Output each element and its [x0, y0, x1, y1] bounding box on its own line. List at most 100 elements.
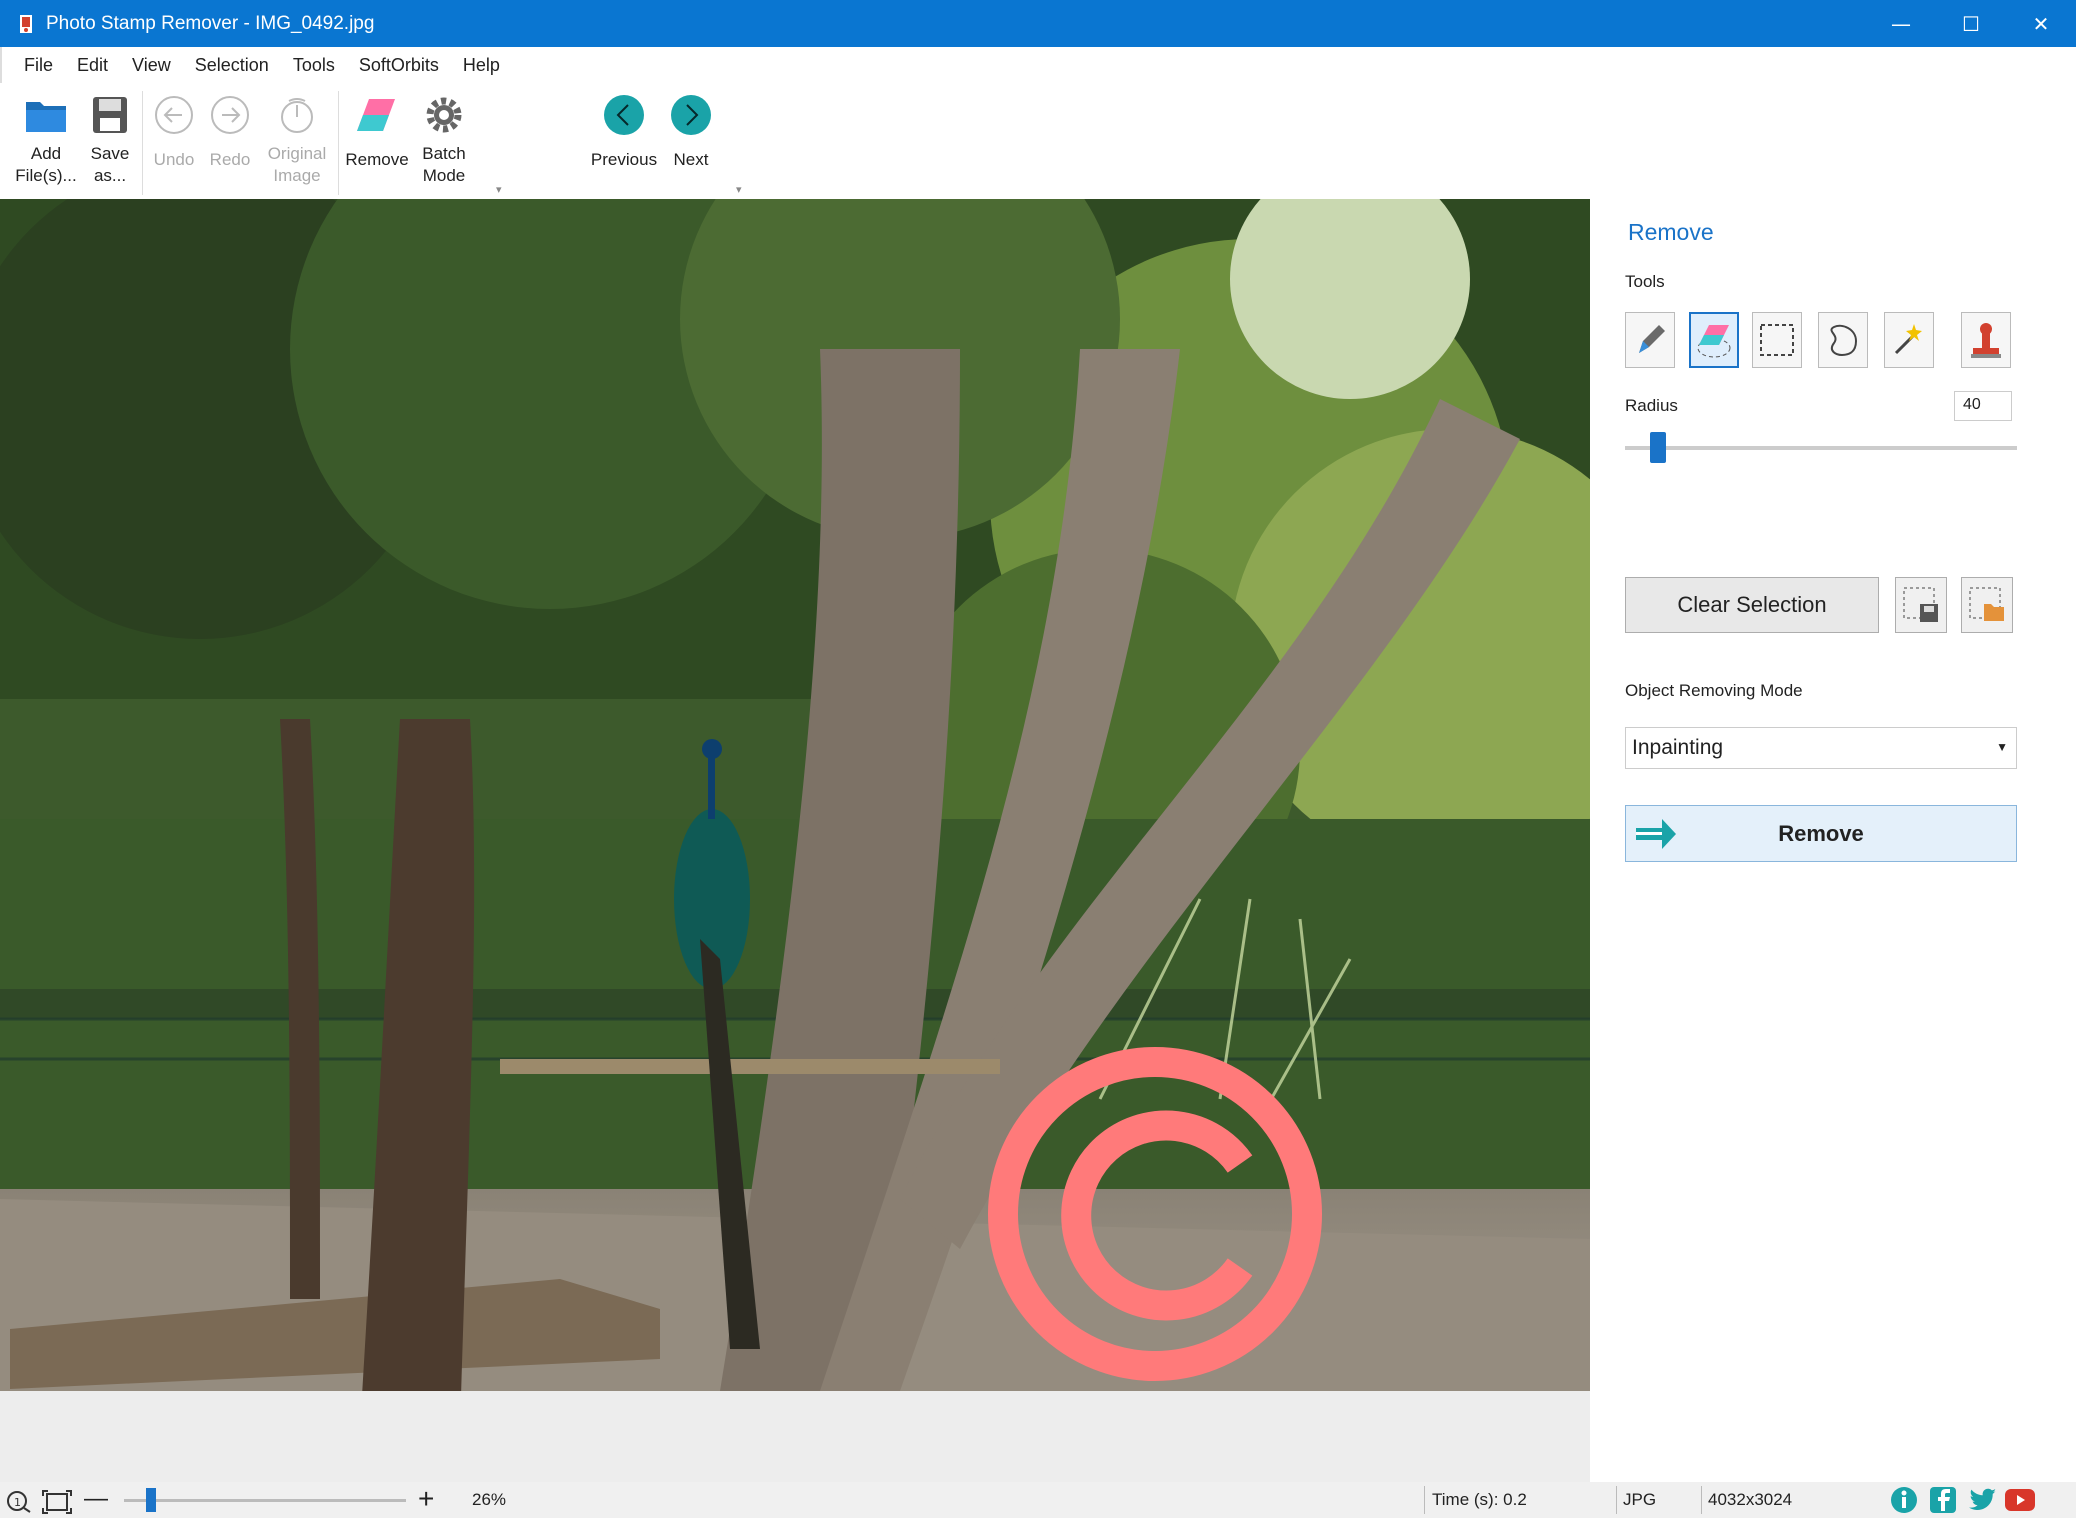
- status-separator: [1424, 1486, 1425, 1514]
- ribbon-group-expand-icon[interactable]: ▾: [496, 183, 502, 196]
- stamp-tool-button[interactable]: [1961, 312, 2011, 368]
- redo-button[interactable]: Redo: [204, 91, 256, 171]
- tools-label: Tools: [1625, 272, 1665, 291]
- batch-mode-button[interactable]: Batch Mode: [414, 91, 474, 187]
- save-selection-button[interactable]: [1895, 577, 1947, 633]
- rect-select-icon: [1760, 324, 1794, 356]
- clear-selection-button[interactable]: Clear Selection: [1625, 577, 1879, 633]
- add-files-label-1: Add: [30, 144, 62, 163]
- mode-select[interactable]: Inpainting ▼: [1625, 727, 2017, 769]
- menu-tools[interactable]: Tools: [293, 55, 335, 76]
- radius-slider-thumb[interactable]: [1650, 432, 1666, 463]
- menu-softorbits[interactable]: SoftOrbits: [359, 55, 439, 76]
- load-selection-button[interactable]: [1961, 577, 2013, 633]
- redo-icon: [206, 91, 254, 139]
- gear-icon: [420, 91, 468, 139]
- chevron-down-icon: ▼: [1996, 740, 2008, 754]
- save-as-label-2: as...: [93, 166, 127, 185]
- panel-title: Remove: [1628, 219, 1714, 245]
- original-image-button[interactable]: Original Image: [262, 91, 332, 187]
- load-selection-icon: [1969, 587, 2004, 621]
- original-image-label-1: Original: [267, 144, 327, 163]
- window-title: Photo Stamp Remover - IMG_0492.jpg: [46, 12, 375, 34]
- zoom-in-icon[interactable]: +: [418, 1483, 434, 1515]
- save-selection-icon: [1903, 587, 1938, 622]
- eraser-tool-button[interactable]: [1689, 312, 1739, 368]
- svg-text:1: 1: [14, 1496, 21, 1509]
- menu-edit[interactable]: Edit: [77, 55, 108, 76]
- magic-wand-tool-button[interactable]: [1884, 312, 1934, 368]
- image-dimensions: 4032x3024: [1708, 1490, 1793, 1509]
- photo-preview[interactable]: [0, 199, 1590, 1391]
- status-separator: [1616, 1486, 1617, 1514]
- title-bar: Photo Stamp Remover - IMG_0492.jpg — ☐ ✕: [0, 0, 2076, 47]
- menu-view[interactable]: View: [132, 55, 171, 76]
- zoom-slider-track[interactable]: [124, 1499, 406, 1502]
- arrow-right-icon: [1634, 817, 1678, 857]
- eraser-icon: [353, 91, 401, 139]
- zoom-slider-thumb[interactable]: [146, 1488, 156, 1512]
- previous-button[interactable]: Previous: [586, 91, 662, 171]
- batch-mode-label-1: Batch: [422, 144, 466, 163]
- undo-icon: [150, 91, 198, 139]
- zoom-out-icon[interactable]: —: [84, 1485, 108, 1513]
- pencil-icon: [1639, 325, 1665, 353]
- facebook-icon[interactable]: [1930, 1487, 1956, 1513]
- add-files-button[interactable]: Add File(s)...: [14, 91, 78, 187]
- ribbon-separator: [142, 91, 143, 195]
- ribbon-group-expand-icon[interactable]: ▾: [736, 183, 742, 196]
- add-files-label-2: File(s)...: [15, 166, 77, 185]
- save-as-button[interactable]: Save as...: [84, 91, 136, 187]
- magic-wand-icon: [1894, 324, 1922, 355]
- maximize-button[interactable]: ☐: [1936, 0, 2006, 47]
- lasso-icon: [1830, 324, 1858, 357]
- menu-bar: File Edit View Selection Tools SoftOrbit…: [0, 47, 2076, 83]
- close-button[interactable]: ✕: [2006, 0, 2076, 47]
- zoom-actual-icon[interactable]: 1: [6, 1490, 34, 1518]
- image-canvas[interactable]: [0, 199, 1590, 1482]
- remove-button-label: Remove: [1778, 820, 1864, 846]
- file-format: JPG: [1623, 1490, 1657, 1509]
- batch-mode-label-2: Mode: [422, 166, 466, 185]
- folder-icon: [22, 91, 70, 139]
- info-icon[interactable]: [1891, 1487, 1917, 1513]
- processing-time: Time (s): 0.2: [1432, 1490, 1527, 1509]
- original-image-icon: [273, 91, 321, 139]
- original-image-label-2: Image: [273, 166, 321, 185]
- remove-panel: Remove Tools Radius 40 Clear Selection O…: [1590, 199, 2076, 1482]
- ribbon-separator: [338, 91, 339, 195]
- fit-to-window-icon[interactable]: [42, 1490, 72, 1518]
- rect-select-tool-button[interactable]: [1752, 312, 1802, 368]
- youtube-icon[interactable]: [2005, 1489, 2035, 1511]
- arrow-right-icon: [667, 91, 715, 139]
- lasso-tool-button[interactable]: [1818, 312, 1868, 368]
- next-label: Next: [673, 150, 709, 169]
- remove-ribbon-button[interactable]: Remove: [342, 91, 412, 171]
- radius-label: Radius: [1625, 396, 1678, 415]
- app-icon: [18, 13, 36, 35]
- radius-slider-track[interactable]: [1625, 446, 2017, 450]
- ribbon-toolbar: Add File(s)... Save as... Undo Redo Orig…: [0, 83, 2076, 199]
- remove-ribbon-label: Remove: [345, 150, 409, 169]
- previous-label: Previous: [590, 150, 658, 169]
- undo-button[interactable]: Undo: [148, 91, 200, 171]
- menu-file[interactable]: File: [24, 55, 53, 76]
- mode-value: Inpainting: [1632, 736, 1724, 759]
- stamp-icon: [1971, 323, 2001, 358]
- eraser-icon: [1697, 325, 1731, 358]
- minimize-button[interactable]: —: [1866, 0, 1936, 47]
- undo-label: Undo: [153, 150, 195, 169]
- twitter-icon[interactable]: [1968, 1487, 1996, 1513]
- status-separator: [1701, 1486, 1702, 1514]
- remove-button[interactable]: Remove: [1625, 805, 2017, 862]
- redo-label: Redo: [209, 150, 251, 169]
- menu-help[interactable]: Help: [463, 55, 500, 76]
- menu-selection[interactable]: Selection: [195, 55, 269, 76]
- arrow-left-icon: [600, 91, 648, 139]
- mode-label: Object Removing Mode: [1625, 681, 1803, 700]
- radius-input[interactable]: 40: [1954, 391, 2012, 421]
- next-button[interactable]: Next: [666, 91, 716, 171]
- pencil-tool-button[interactable]: [1625, 312, 1675, 368]
- floppy-icon: [86, 91, 134, 139]
- save-as-label-1: Save: [90, 144, 130, 163]
